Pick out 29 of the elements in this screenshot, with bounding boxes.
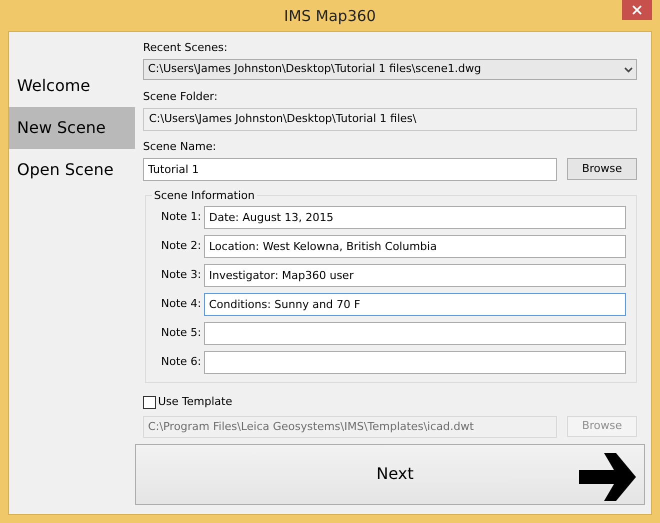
note-label: Note 4: <box>161 296 201 312</box>
note-label: Note 5: <box>161 325 201 342</box>
close-button[interactable] <box>622 0 652 20</box>
recent-scenes-dropdown[interactable]: C:\Users\James Johnston\Desktop\Tutorial 1 files\scene1.dwg <box>143 59 637 80</box>
note-field[interactable] <box>204 351 626 374</box>
checkbox-label: Use Template <box>158 394 232 410</box>
note-field[interactable]: Date: August 13, 2015 <box>204 206 626 229</box>
scene-name-field[interactable]: Tutorial 1 <box>143 158 557 181</box>
sidebar-item[interactable]: Welcome <box>9 65 135 107</box>
note-label: Note 6: <box>161 354 201 370</box>
next-button[interactable]: Next <box>135 444 645 504</box>
note-label: Note 1: <box>161 209 201 226</box>
note-label: Note 3: <box>161 267 201 284</box>
close-icon <box>632 5 642 15</box>
chevron-down-icon <box>624 66 633 72</box>
field-label: Recent Scenes: <box>143 40 228 56</box>
note-field[interactable]: Investigator: Map360 user <box>204 264 626 287</box>
sidebar-item[interactable]: Open Scene <box>9 149 135 191</box>
sidebar-item[interactable]: New Scene <box>9 107 135 149</box>
note-field[interactable] <box>204 322 626 345</box>
note-field[interactable]: Conditions: Sunny and 70 F <box>204 293 626 316</box>
arrow-right-icon <box>579 452 636 500</box>
window-title: IMS Map360 <box>284 6 376 28</box>
scene-folder-field[interactable]: C:\Users\James Johnston\Desktop\Tutorial 1 files\ <box>143 108 637 131</box>
note-label: Note 2: <box>161 238 201 254</box>
note-field[interactable]: Location: West Kelowna, British Columbia <box>204 235 626 258</box>
browse-button[interactable]: Browse <box>567 158 637 180</box>
field-label: Scene Name: <box>143 139 218 155</box>
field-label: Scene Folder: <box>143 89 219 105</box>
